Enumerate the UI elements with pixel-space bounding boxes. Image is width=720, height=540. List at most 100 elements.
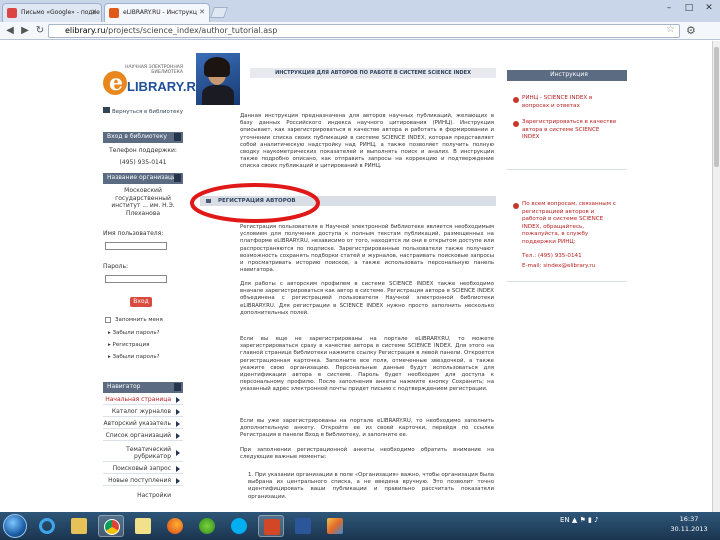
back-to-library-link[interactable]: Вернуться в библиотеку — [103, 107, 183, 115]
instruction-panel-header: Инструкция — [507, 70, 627, 81]
paragraph-registration: Регистрация пользователя в Научной элект… — [240, 224, 494, 274]
forward-arrow-icon[interactable]: ▶ — [18, 24, 32, 38]
divider — [507, 281, 627, 282]
right-link-register[interactable]: Зарегистрироваться в качестве автора в с… — [522, 119, 618, 142]
new-tab-button[interactable] — [209, 7, 229, 18]
clock-date: 30.11.2013 — [670, 525, 708, 533]
internet-explorer-icon — [39, 518, 55, 534]
minimize-button[interactable]: – — [660, 2, 678, 16]
org-panel-header: Название организации — [103, 173, 183, 184]
paragraph-existing-user: Если вы уже зарегистрированы на портале … — [240, 418, 494, 439]
left-link-2[interactable]: ▸ Регистрация — [108, 342, 149, 348]
bullet-icon — [513, 97, 519, 103]
taskbar-notes[interactable] — [130, 515, 156, 537]
login-button[interactable]: Вход — [130, 297, 152, 307]
navigator-header: Навигатор — [103, 382, 183, 393]
tab-label: eLIBRARY.RU - Инструкц — [123, 9, 197, 16]
tray-icons: ▲ ⚑ ▮ ♪ — [571, 516, 599, 524]
password-input[interactable] — [105, 275, 167, 283]
back-arrow-icon[interactable]: ◀ — [3, 24, 17, 38]
paragraph-author-profile: Для работы с авторским профилем в систем… — [240, 281, 494, 316]
word-icon — [295, 518, 311, 534]
support-phone-right: Тел.: (495) 935-0141 — [522, 253, 582, 259]
intro-paragraph: Данная инструкция предназначена для авто… — [240, 113, 494, 170]
taskbar-chrome[interactable] — [98, 515, 124, 537]
nav-item-organizations[interactable]: Список организаций — [103, 431, 183, 441]
nav-item-settings[interactable]: Настройки — [103, 491, 183, 501]
divider — [507, 169, 627, 170]
login-panel-header: Вход в библиотеку — [103, 132, 183, 143]
tab-label: Письмо «Google» - подве — [21, 9, 100, 16]
paragraph-org-note: 1. При указании организации в поле «Орга… — [248, 472, 494, 500]
support-email[interactable]: E-mail: sindex@elibrary.ru — [522, 263, 620, 271]
paint-icon — [327, 518, 343, 534]
taskbar-word[interactable] — [290, 515, 316, 537]
address-bar[interactable]: elibrary.ru/projects/science_index/autho… — [48, 24, 680, 38]
taskbar-powerpoint[interactable] — [258, 515, 284, 537]
left-link-3[interactable]: ▸ Забыли пароль? — [108, 354, 159, 360]
taskbar-explorer[interactable] — [66, 515, 92, 537]
paragraph-notes: При заполнении регистрационной анкеты не… — [240, 447, 494, 461]
powerpoint-icon — [264, 519, 280, 535]
browser-tab-bar: Письмо «Google» - подве ✕ eLIBRARY.RU - … — [0, 0, 720, 22]
support-note: По всем вопросам, связанным с регистраци… — [522, 201, 616, 245]
taskbar-paint[interactable] — [322, 515, 348, 537]
browser-tab-gmail[interactable]: Письмо «Google» - подве ✕ — [2, 3, 102, 22]
maximize-button[interactable]: □ — [680, 2, 698, 16]
org-name: Московский государственный институт ... … — [111, 187, 175, 217]
password-label: Пароль: — [103, 263, 129, 270]
icq-flower-icon — [199, 518, 215, 534]
info-icon — [513, 203, 519, 209]
page-content: e НАУЧНАЯ ЭЛЕКТРОННАЯ БИБЛИОТЕКА LIBRARY… — [0, 41, 720, 512]
scrollbar-thumb[interactable] — [714, 47, 719, 167]
paragraph-new-user: Если вы еще не зарегистрированы на порта… — [240, 336, 494, 393]
logo-tagline: НАУЧНАЯ ЭЛЕКТРОННАЯ БИБЛИОТЕКА — [125, 65, 183, 75]
site-logo[interactable]: e НАУЧНАЯ ЭЛЕКТРОННАЯ БИБЛИОТЕКА LIBRARY… — [103, 63, 205, 109]
taskbar-firefox[interactable] — [162, 515, 188, 537]
url-host: elibrary.ru — [65, 26, 106, 35]
gmail-icon — [7, 8, 17, 18]
nav-item-search[interactable]: Поисковый запрос — [103, 464, 183, 474]
nav-item-new[interactable]: Новые поступления — [103, 476, 183, 486]
support-phone-label: Телефон поддержки: — [109, 147, 177, 154]
support-phone: (495) 935-0141 — [119, 159, 167, 166]
header-photo — [196, 53, 240, 105]
elibrary-favicon-icon — [109, 8, 119, 18]
nav-item-journals[interactable]: Каталог журналов — [103, 407, 183, 417]
username-label: Имя пользователя: — [103, 230, 164, 237]
remember-checkbox[interactable] — [105, 317, 111, 323]
notes-icon — [135, 518, 151, 534]
right-link-faq[interactable]: РИНЦ - SCIENCE INDEX в вопросах и ответа… — [522, 95, 618, 110]
logo-e: e — [109, 70, 123, 96]
skype-icon — [231, 518, 247, 534]
language-indicator[interactable]: EN — [560, 516, 570, 524]
firefox-icon — [167, 518, 183, 534]
username-input[interactable] — [105, 242, 167, 250]
taskbar-ie[interactable] — [34, 515, 60, 537]
bookmark-star-icon[interactable]: ☆ — [666, 24, 675, 35]
close-icon[interactable]: ✕ — [91, 4, 97, 21]
close-icon[interactable]: ✕ — [199, 4, 205, 21]
browser-tab-elibrary[interactable]: eLIBRARY.RU - Инструкц ✕ — [104, 3, 210, 22]
wrench-menu-icon[interactable]: ⚙ — [686, 24, 696, 37]
close-window-button[interactable]: ✕ — [700, 2, 718, 16]
taskbar-icq[interactable] — [194, 515, 220, 537]
left-link-1[interactable]: ▸ Забыли пароль? — [108, 330, 159, 336]
start-button[interactable] — [3, 514, 27, 538]
nav-item-rubricator[interactable]: Тематический рубрикатор — [103, 444, 183, 462]
remember-label: Запомнить меня — [115, 317, 163, 323]
system-tray[interactable]: EN ▲ ⚑ ▮ ♪ — [560, 516, 599, 524]
highlight-ellipse — [190, 183, 320, 223]
url-path: /projects/science_index/author_tutorial.… — [105, 26, 278, 35]
taskbar-skype[interactable] — [226, 515, 252, 537]
page-scrollbar[interactable] — [712, 41, 720, 512]
reload-icon[interactable]: ↻ — [33, 24, 47, 38]
chrome-icon — [104, 519, 120, 535]
nav-item-authors[interactable]: Авторский указатель — [103, 419, 183, 429]
page-title: ИНСТРУКЦИЯ ДЛЯ АВТОРОВ ПО РАБОТЕ В СИСТЕ… — [250, 68, 496, 78]
logo-text: LIBRARY.RU — [127, 79, 206, 94]
home-icon — [103, 107, 110, 113]
taskbar-clock[interactable]: 16:37 30.11.2013 — [668, 514, 710, 534]
nav-item-home[interactable]: Начальная страница — [103, 395, 183, 405]
clock-time: 16:37 — [679, 515, 699, 523]
